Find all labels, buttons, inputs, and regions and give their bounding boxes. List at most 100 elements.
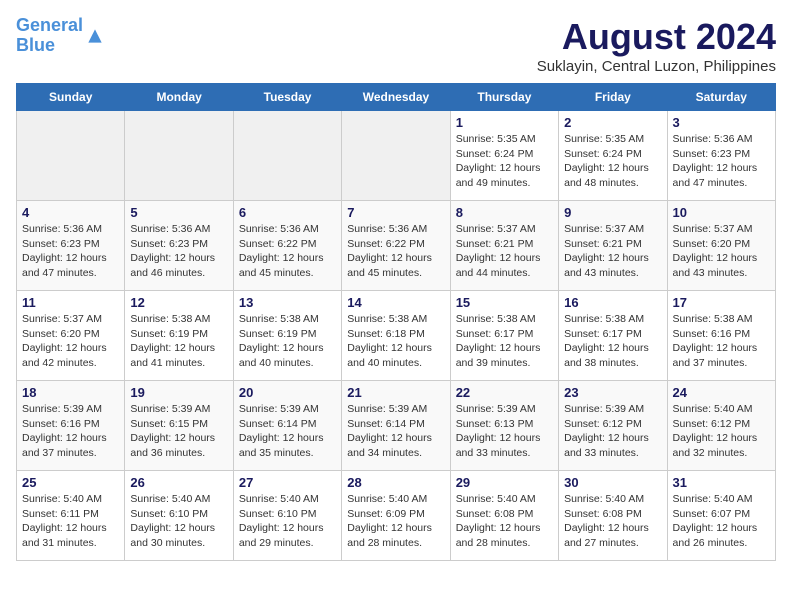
cell-info: Sunrise: 5:37 AMSunset: 6:21 PMDaylight:…	[564, 222, 661, 281]
date-number: 27	[239, 475, 336, 490]
logo-icon	[85, 26, 105, 46]
calendar-cell: 2 Sunrise: 5:35 AMSunset: 6:24 PMDaylight…	[559, 111, 667, 201]
calendar-header-row: SundayMondayTuesdayWednesdayThursdayFrid…	[17, 84, 776, 111]
cell-info: Sunrise: 5:40 AMSunset: 6:11 PMDaylight:…	[22, 492, 119, 551]
date-number: 3	[673, 115, 770, 130]
day-header-monday: Monday	[125, 84, 233, 111]
calendar-cell: 12Sunrise: 5:38 AMSunset: 6:19 PMDayligh…	[125, 291, 233, 381]
calendar-cell	[233, 111, 341, 201]
calendar-cell: 18 Sunrise: 5:39 AMSunset: 6:16 PMDayligh…	[17, 381, 125, 471]
calendar-cell: 27 Sunrise: 5:40 AMSunset: 6:10 PMDayligh…	[233, 471, 341, 561]
date-number: 5	[130, 205, 227, 220]
cell-info: Sunrise: 5:40 AMSunset: 6:10 PMDaylight:…	[239, 492, 336, 551]
date-number: 8	[456, 205, 553, 220]
calendar-week-2: 4Sunrise: 5:36 AMSunset: 6:23 PMDaylight…	[17, 201, 776, 291]
page-header: General Blue August 2024 Suklayin, Centr…	[16, 16, 776, 75]
date-number: 9	[564, 205, 661, 220]
cell-info: Sunrise: 5:37 AMSunset: 6:20 PMDaylight:…	[673, 222, 770, 281]
cell-info: Sunrise: 5:39 AMSunset: 6:13 PMDaylight:…	[456, 402, 553, 461]
calendar-cell	[17, 111, 125, 201]
cell-info: Sunrise: 5:40 AMSunset: 6:12 PMDaylight:…	[673, 402, 770, 461]
calendar-cell: 17Sunrise: 5:38 AMSunset: 6:16 PMDayligh…	[667, 291, 775, 381]
cell-info: Sunrise: 5:36 AMSunset: 6:23 PMDaylight:…	[22, 222, 119, 281]
calendar-table: SundayMondayTuesdayWednesdayThursdayFrid…	[16, 83, 776, 561]
calendar-cell: 4Sunrise: 5:36 AMSunset: 6:23 PMDaylight…	[17, 201, 125, 291]
date-number: 1	[456, 115, 553, 130]
cell-info: Sunrise: 5:40 AMSunset: 6:08 PMDaylight:…	[564, 492, 661, 551]
cell-info: Sunrise: 5:39 AMSunset: 6:15 PMDaylight:…	[130, 402, 227, 461]
date-number: 10	[673, 205, 770, 220]
day-header-wednesday: Wednesday	[342, 84, 450, 111]
calendar-cell: 7 Sunrise: 5:36 AMSunset: 6:22 PMDaylight…	[342, 201, 450, 291]
cell-info: Sunrise: 5:35 AMSunset: 6:24 PMDaylight:…	[456, 132, 553, 191]
date-number: 23	[564, 385, 661, 400]
calendar-cell: 15 Sunrise: 5:38 AMSunset: 6:17 PMDayligh…	[450, 291, 558, 381]
date-number: 31	[673, 475, 770, 490]
cell-info: Sunrise: 5:37 AMSunset: 6:20 PMDaylight:…	[22, 312, 119, 371]
date-number: 7	[347, 205, 444, 220]
cell-info: Sunrise: 5:40 AMSunset: 6:09 PMDaylight:…	[347, 492, 444, 551]
cell-info: Sunrise: 5:39 AMSunset: 6:14 PMDaylight:…	[239, 402, 336, 461]
cell-info: Sunrise: 5:38 AMSunset: 6:19 PMDaylight:…	[130, 312, 227, 371]
calendar-cell: 11 Sunrise: 5:37 AMSunset: 6:20 PMDayligh…	[17, 291, 125, 381]
title-section: August 2024 Suklayin, Central Luzon, Phi…	[537, 16, 776, 75]
date-number: 2	[564, 115, 661, 130]
calendar-cell: 1 Sunrise: 5:35 AMSunset: 6:24 PMDaylight…	[450, 111, 558, 201]
calendar-cell: 20 Sunrise: 5:39 AMSunset: 6:14 PMDayligh…	[233, 381, 341, 471]
logo-blue: Blue	[16, 35, 55, 55]
cell-info: Sunrise: 5:37 AMSunset: 6:21 PMDaylight:…	[456, 222, 553, 281]
cell-info: Sunrise: 5:36 AMSunset: 6:22 PMDaylight:…	[347, 222, 444, 281]
calendar-cell: 14 Sunrise: 5:38 AMSunset: 6:18 PMDayligh…	[342, 291, 450, 381]
date-number: 18	[22, 385, 119, 400]
calendar-cell	[342, 111, 450, 201]
date-number: 13	[239, 295, 336, 310]
date-number: 6	[239, 205, 336, 220]
date-number: 24	[673, 385, 770, 400]
calendar-cell: 29 Sunrise: 5:40 AMSunset: 6:08 PMDayligh…	[450, 471, 558, 561]
date-number: 30	[564, 475, 661, 490]
calendar-cell: 22Sunrise: 5:39 AMSunset: 6:13 PMDayligh…	[450, 381, 558, 471]
cell-info: Sunrise: 5:38 AMSunset: 6:17 PMDaylight:…	[564, 312, 661, 371]
cell-info: Sunrise: 5:38 AMSunset: 6:18 PMDaylight:…	[347, 312, 444, 371]
calendar-cell: 28Sunrise: 5:40 AMSunset: 6:09 PMDayligh…	[342, 471, 450, 561]
main-title: August 2024	[537, 16, 776, 58]
cell-info: Sunrise: 5:36 AMSunset: 6:23 PMDaylight:…	[130, 222, 227, 281]
calendar-cell: 5 Sunrise: 5:36 AMSunset: 6:23 PMDaylight…	[125, 201, 233, 291]
day-header-saturday: Saturday	[667, 84, 775, 111]
date-number: 11	[22, 295, 119, 310]
cell-info: Sunrise: 5:35 AMSunset: 6:24 PMDaylight:…	[564, 132, 661, 191]
logo-general: General	[16, 15, 83, 35]
cell-info: Sunrise: 5:39 AMSunset: 6:14 PMDaylight:…	[347, 402, 444, 461]
date-number: 16	[564, 295, 661, 310]
date-number: 26	[130, 475, 227, 490]
cell-info: Sunrise: 5:36 AMSunset: 6:22 PMDaylight:…	[239, 222, 336, 281]
calendar-cell: 16 Sunrise: 5:38 AMSunset: 6:17 PMDayligh…	[559, 291, 667, 381]
date-number: 21	[347, 385, 444, 400]
cell-info: Sunrise: 5:40 AMSunset: 6:08 PMDaylight:…	[456, 492, 553, 551]
cell-info: Sunrise: 5:38 AMSunset: 6:16 PMDaylight:…	[673, 312, 770, 371]
date-number: 20	[239, 385, 336, 400]
day-header-thursday: Thursday	[450, 84, 558, 111]
logo: General Blue	[16, 16, 105, 56]
date-number: 29	[456, 475, 553, 490]
date-number: 14	[347, 295, 444, 310]
day-header-friday: Friday	[559, 84, 667, 111]
calendar-week-1: 1 Sunrise: 5:35 AMSunset: 6:24 PMDaylight…	[17, 111, 776, 201]
cell-info: Sunrise: 5:39 AMSunset: 6:16 PMDaylight:…	[22, 402, 119, 461]
calendar-cell: 21 Sunrise: 5:39 AMSunset: 6:14 PMDayligh…	[342, 381, 450, 471]
date-number: 19	[130, 385, 227, 400]
calendar-cell: 9 Sunrise: 5:37 AMSunset: 6:21 PMDaylight…	[559, 201, 667, 291]
logo-text: General Blue	[16, 16, 83, 56]
calendar-week-5: 25Sunrise: 5:40 AMSunset: 6:11 PMDayligh…	[17, 471, 776, 561]
calendar-cell: 3 Sunrise: 5:36 AMSunset: 6:23 PMDaylight…	[667, 111, 775, 201]
calendar-cell: 23Sunrise: 5:39 AMSunset: 6:12 PMDayligh…	[559, 381, 667, 471]
calendar-week-3: 11 Sunrise: 5:37 AMSunset: 6:20 PMDayligh…	[17, 291, 776, 381]
day-header-tuesday: Tuesday	[233, 84, 341, 111]
calendar-cell: 6 Sunrise: 5:36 AMSunset: 6:22 PMDaylight…	[233, 201, 341, 291]
cell-info: Sunrise: 5:36 AMSunset: 6:23 PMDaylight:…	[673, 132, 770, 191]
date-number: 15	[456, 295, 553, 310]
calendar-body: 1 Sunrise: 5:35 AMSunset: 6:24 PMDaylight…	[17, 111, 776, 561]
cell-info: Sunrise: 5:38 AMSunset: 6:17 PMDaylight:…	[456, 312, 553, 371]
day-header-sunday: Sunday	[17, 84, 125, 111]
cell-info: Sunrise: 5:38 AMSunset: 6:19 PMDaylight:…	[239, 312, 336, 371]
